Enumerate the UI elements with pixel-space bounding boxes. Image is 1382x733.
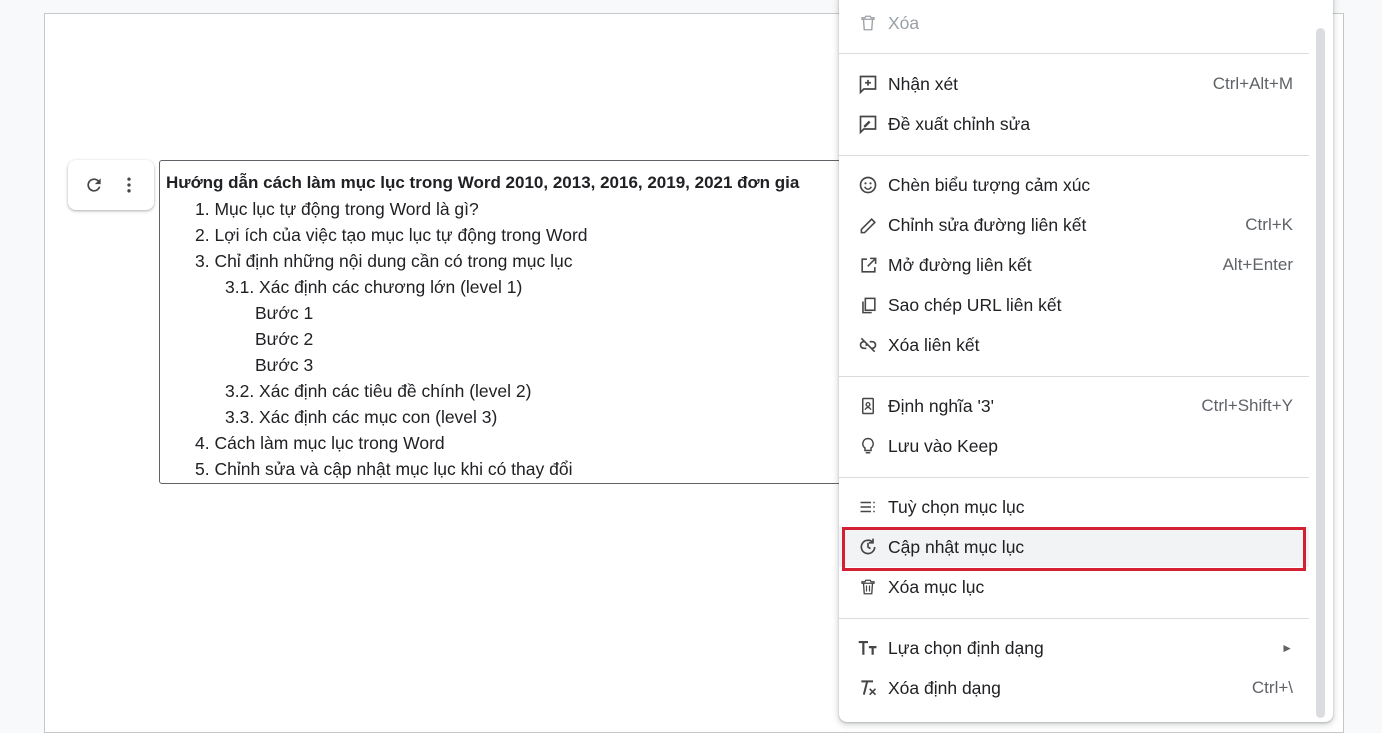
pencil-icon: [857, 214, 879, 236]
menu-item-label: Đề xuất chỉnh sửa: [888, 113, 1031, 134]
menu-item-label: Lưu vào Keep: [888, 435, 998, 456]
menu-item-delete[interactable]: Xóa: [839, 3, 1309, 43]
add-comment-icon: [857, 73, 879, 95]
menu-scrollbar[interactable]: [1316, 28, 1325, 718]
toc-entry[interactable]: 1. Mục lục tự động trong Word là gì?: [195, 196, 479, 222]
menu-item-delete-toc[interactable]: Xóa mục lục: [839, 567, 1309, 607]
text-format-icon: [857, 637, 879, 659]
menu-item-copy-link-url[interactable]: Sao chép URL liên kết: [839, 285, 1309, 325]
menu-item-shortcut: Ctrl+\: [1251, 678, 1293, 697]
menu-item-comment[interactable]: Nhận xét Ctrl+Alt+M: [839, 64, 1309, 104]
open-external-icon: [857, 254, 879, 276]
toc-entry[interactable]: Bước 2: [255, 326, 313, 352]
table-of-contents[interactable]: Hướng dẫn cách làm mục lục trong Word 20…: [159, 160, 879, 484]
menu-item-edit-link[interactable]: Chỉnh sửa đường liên kết Ctrl+K: [839, 205, 1309, 245]
toc-entry[interactable]: Bước 1: [255, 300, 313, 326]
menu-item-remove-link[interactable]: Xóa liên kết: [839, 325, 1309, 365]
clear-format-icon: [857, 677, 879, 699]
toc-entry[interactable]: 5. Chỉnh sửa và cập nhật mục lục khi có …: [195, 456, 572, 482]
submenu-arrow-icon: ►: [1281, 641, 1293, 655]
refresh-icon: [86, 178, 101, 192]
menu-divider: [839, 618, 1309, 619]
trash-icon: [857, 12, 879, 34]
lightbulb-icon: [857, 435, 879, 457]
menu-item-clear-formatting[interactable]: Xóa định dạng Ctrl+\: [839, 668, 1309, 708]
menu-item-shortcut: Ctrl+Alt+M: [1212, 74, 1293, 93]
menu-item-label: Cập nhật mục lục: [888, 536, 1025, 557]
menu-divider: [839, 376, 1309, 377]
menu-item-label: Xóa định dạng: [888, 677, 1001, 698]
toc-options-icon: [857, 496, 879, 518]
menu-divider: [839, 155, 1309, 156]
toc-entry[interactable]: 4. Cách làm mục lục trong Word: [195, 430, 445, 456]
suggest-edit-icon: [857, 113, 879, 135]
menu-item-shortcut: Alt+Enter: [1222, 255, 1293, 274]
context-menu: Xóa Nhận xét Ctrl+Alt+M Đề xuất chỉnh sử…: [839, 0, 1333, 722]
menu-divider: [839, 477, 1309, 478]
toc-entry[interactable]: 2. Lợi ích của việc tạo mục lục tự động …: [195, 222, 588, 248]
toc-entry[interactable]: Bước 3: [255, 352, 313, 378]
menu-item-define[interactable]: Định nghĩa '3' Ctrl+Shift+Y: [839, 386, 1309, 426]
toc-entry[interactable]: 3. Chỉ định những nội dung cần có trong …: [195, 248, 573, 274]
menu-item-insert-emoji[interactable]: Chèn biểu tượng cảm xúc: [839, 165, 1309, 205]
menu-item-format-options[interactable]: Lựa chọn định dạng ►: [839, 628, 1309, 668]
more-vert-icon: [126, 177, 131, 193]
menu-item-label: Xóa mục lục: [888, 576, 985, 597]
toc-entry[interactable]: 3.2. Xác định các tiêu đề chính (level 2…: [225, 378, 531, 404]
refresh-toc-button[interactable]: [80, 171, 108, 199]
dictionary-icon: [857, 395, 879, 417]
menu-item-shortcut: Ctrl+Shift+Y: [1201, 396, 1293, 415]
menu-item-label: Lựa chọn định dạng: [888, 637, 1044, 658]
toc-title[interactable]: Hướng dẫn cách làm mục lục trong Word 20…: [166, 170, 799, 196]
menu-item-toc-options[interactable]: Tuỳ chọn mục lục: [839, 487, 1309, 527]
more-options-button[interactable]: [115, 171, 143, 199]
menu-item-label: Định nghĩa '3': [888, 395, 994, 416]
menu-item-label: Sao chép URL liên kết: [888, 294, 1062, 315]
menu-item-update-toc[interactable]: Cập nhật mục lục: [839, 527, 1309, 567]
toc-entry[interactable]: 3.1. Xác định các chương lớn (level 1): [225, 274, 522, 300]
menu-item-label: Chèn biểu tượng cảm xúc: [888, 174, 1091, 195]
trash-icon: [857, 576, 879, 598]
menu-item-suggest-edit[interactable]: Đề xuất chỉnh sửa: [839, 104, 1309, 144]
menu-item-label: Chỉnh sửa đường liên kết: [888, 214, 1087, 235]
update-icon: [857, 536, 879, 558]
menu-item-save-to-keep[interactable]: Lưu vào Keep: [839, 426, 1309, 466]
menu-item-open-link[interactable]: Mở đường liên kết Alt+Enter: [839, 245, 1309, 285]
toc-entry[interactable]: 3.3. Xác định các mục con (level 3): [225, 404, 497, 430]
menu-item-shortcut: Ctrl+K: [1245, 215, 1293, 234]
menu-item-label: Nhận xét: [888, 73, 959, 94]
menu-divider: [839, 53, 1309, 54]
menu-item-label: Mở đường liên kết: [888, 254, 1032, 275]
copy-icon: [857, 294, 879, 316]
toc-toolbar: [68, 160, 154, 210]
link-off-icon: [857, 334, 879, 356]
menu-item-label: Xóa liên kết: [888, 334, 980, 355]
emoji-icon: [857, 174, 879, 196]
menu-item-label: Xóa: [888, 12, 920, 33]
menu-item-label: Tuỳ chọn mục lục: [888, 496, 1025, 517]
